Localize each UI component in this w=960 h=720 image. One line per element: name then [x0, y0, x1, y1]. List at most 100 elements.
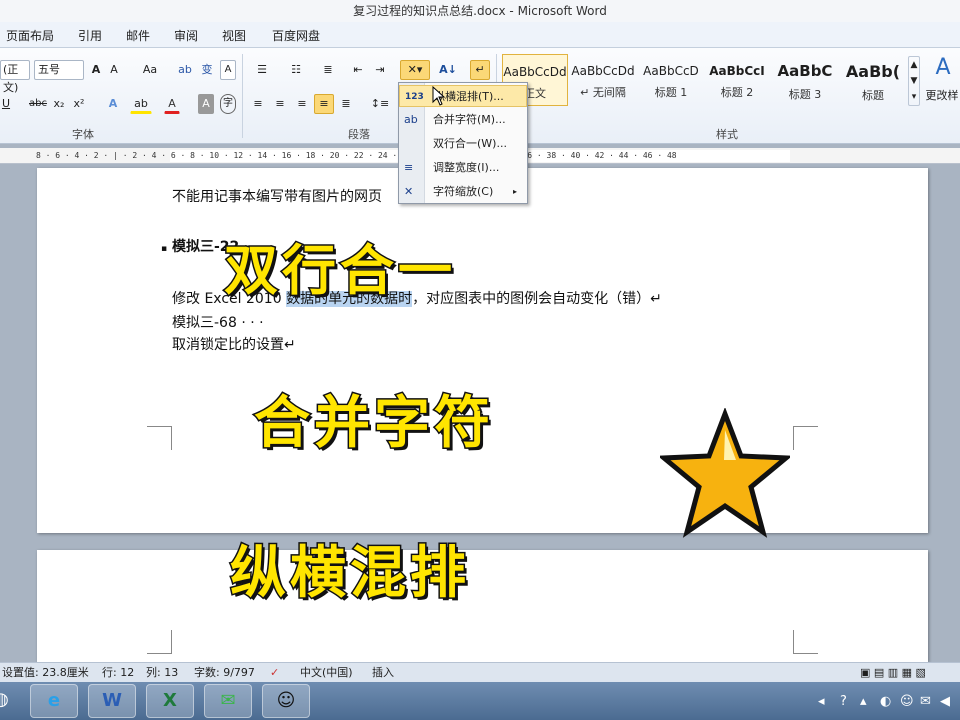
justify-icon[interactable]: ≡ [314, 94, 334, 114]
line-spacing-icon[interactable]: ↕≡ [368, 94, 392, 114]
menu-item-label: 双行合一(W)... [433, 137, 507, 150]
mouse-cursor-icon [432, 86, 446, 106]
menu-item-adjust-width[interactable]: ≡ 调整宽度(I)... [399, 157, 527, 179]
highlight-color-icon[interactable]: ab [130, 94, 152, 114]
font-group-label: 字体 [72, 128, 94, 141]
increase-indent-icon[interactable]: ⇥ [372, 60, 388, 80]
tray-network-icon[interactable]: ▴ [860, 694, 867, 709]
align-center-icon[interactable]: ≡ [272, 94, 288, 114]
font-name-select[interactable]: (正文) [0, 60, 30, 94]
excel-taskbar-icon[interactable]: X [146, 684, 194, 718]
distributed-icon[interactable]: ≣ [338, 94, 354, 114]
sort-icon[interactable]: A↓ [438, 60, 458, 80]
style-name: 标题 3 [788, 88, 822, 101]
ribbon-tabs: 页面布局 引用 邮件 审阅 视图 百度网盘 [0, 22, 960, 48]
decrease-indent-icon[interactable]: ⇤ [350, 60, 366, 80]
ie-taskbar-icon[interactable]: e [30, 684, 78, 718]
menu-item-label: 字符缩放(C) [433, 185, 494, 198]
menu-item-two-lines-in-one[interactable]: 双行合一(W)... [399, 133, 527, 155]
change-styles-label[interactable]: 更改样 [922, 86, 960, 106]
underline-icon[interactable]: U [0, 94, 12, 114]
tab-page-layout[interactable]: 页面布局 [6, 27, 54, 44]
phonetic-guide-icon[interactable]: 变 [198, 60, 216, 80]
superscript-icon[interactable]: x² [72, 94, 86, 114]
change-case-icon[interactable]: Aa [138, 60, 162, 80]
style-title[interactable]: AaBb( 标题 [840, 54, 906, 106]
tray-volume-icon[interactable]: ◀ [940, 694, 950, 709]
menu-item-combine-characters[interactable]: ab 合并字符(M)... [399, 109, 527, 131]
status-position[interactable]: 设置值: 23.8厘米 [2, 663, 89, 682]
document-page[interactable]: 不能用记事本编写带有图片的网页 ▪ 模拟三-22 修改 Excel 2010 数… [37, 168, 928, 533]
group-divider [242, 54, 243, 138]
start-button-icon[interactable]: ◍ [0, 684, 16, 718]
tab-baidu-netdisk[interactable]: 百度网盘 [272, 27, 320, 44]
tab-references[interactable]: 引用 [78, 27, 102, 44]
subscript-icon[interactable]: x₂ [52, 94, 66, 114]
adjust-width-icon: ≡ [404, 161, 414, 174]
style-name: 标题 2 [720, 86, 754, 99]
status-bar: 设置值: 23.8厘米 行: 12 列: 13 字数: 9/797 ✓ 中文(中… [0, 662, 960, 682]
show-marks-icon[interactable]: ↵ [470, 60, 490, 80]
tray-wechat-icon[interactable]: ✉ [920, 694, 931, 709]
status-language[interactable]: 中文(中国) [300, 663, 353, 682]
tray-qq-icon[interactable]: ☺ [900, 694, 914, 709]
style-no-spacing[interactable]: AaBbCcDd ↵ 无间隔 [570, 54, 636, 106]
change-styles-icon[interactable]: A [928, 52, 958, 82]
status-column[interactable]: 列: 13 [146, 663, 178, 682]
word-taskbar-icon[interactable]: W [88, 684, 136, 718]
grow-font-icon[interactable]: A [88, 60, 104, 80]
view-buttons[interactable]: ▣ ▤ ▥ ▦ ▧ [860, 663, 926, 682]
menu-item-character-scale[interactable]: ✕ 字符缩放(C) ▸ [399, 181, 527, 203]
tray-help-icon[interactable]: ? [840, 694, 847, 709]
text-effects-icon[interactable]: A [104, 94, 122, 114]
page-corner-mark [794, 426, 818, 450]
doc-line: 不能用记事本编写带有图片的网页 [172, 189, 382, 205]
strikethrough-icon[interactable]: abc [28, 94, 47, 114]
status-word-count[interactable]: 字数: 9/797 [194, 663, 255, 682]
status-insert-mode[interactable]: 插入 [372, 663, 394, 682]
bullets-icon[interactable]: ☰ [250, 60, 274, 80]
shrink-font-icon[interactable]: A [106, 60, 122, 80]
menu-item-label: 调整宽度(I)... [433, 161, 500, 174]
style-sample: AaBbCcDd [571, 64, 635, 78]
styles-scroll-icon[interactable]: ▲ ▼ ▾ [908, 56, 920, 106]
tab-review[interactable]: 审阅 [174, 27, 198, 44]
tab-view[interactable]: 视图 [222, 27, 246, 44]
status-row[interactable]: 行: 12 [102, 663, 134, 682]
style-name: ↵ 无间隔 [580, 86, 626, 99]
menu-item-vertical-horizontal[interactable]: 123 纵横混排(T)... [399, 85, 527, 107]
tray-mouse-icon[interactable]: ◐ [880, 694, 891, 709]
align-left-icon[interactable]: ≡ [250, 94, 266, 114]
qq-taskbar-icon[interactable]: ☺ [262, 684, 310, 718]
align-right-icon[interactable]: ≡ [294, 94, 310, 114]
caption-vertical-horizontal: 纵横混排 [229, 540, 470, 608]
caption-combine-characters: 合并字符 [253, 390, 494, 458]
style-name: 标题 1 [654, 86, 688, 99]
submenu-arrow-icon: ▸ [513, 187, 518, 196]
document-page-2[interactable] [37, 550, 928, 662]
character-shading-icon[interactable]: A [198, 94, 214, 114]
style-sample: AaBbCcD [643, 64, 699, 78]
combine-characters-icon: ab [404, 113, 418, 126]
font-size-select[interactable]: 五号 [34, 60, 84, 80]
character-border-icon[interactable]: A [220, 60, 236, 80]
multilevel-list-icon[interactable]: ≣ [316, 60, 340, 80]
style-heading-3[interactable]: AaBbC 标题 3 [772, 54, 838, 106]
font-color-icon[interactable]: A [164, 94, 180, 114]
numbering-icon[interactable]: ☷ [284, 60, 308, 80]
tab-mailings[interactable]: 邮件 [126, 27, 150, 44]
spelling-check-icon[interactable]: ✓ [270, 663, 279, 682]
style-heading-2[interactable]: AaBbCcI 标题 2 [704, 54, 770, 106]
style-sample: AaBbC [777, 62, 833, 80]
style-name: 标题 [862, 89, 884, 102]
style-heading-1[interactable]: AaBbCcD 标题 1 [638, 54, 704, 106]
tray-arrow-icon[interactable]: ◂ [818, 694, 825, 709]
asian-layout-button[interactable]: ✕▾ [400, 60, 430, 80]
clear-format-icon[interactable]: ab [176, 60, 194, 80]
enclose-characters-icon[interactable]: 字 [220, 94, 236, 114]
menu-item-label: 合并字符(M)... [433, 113, 506, 126]
wechat-taskbar-icon[interactable]: ✉ [204, 684, 252, 718]
window-title: 复习过程的知识点总结.docx - Microsoft Word [0, 0, 960, 22]
page-corner-mark [171, 426, 172, 450]
page-corner-mark [147, 426, 171, 450]
